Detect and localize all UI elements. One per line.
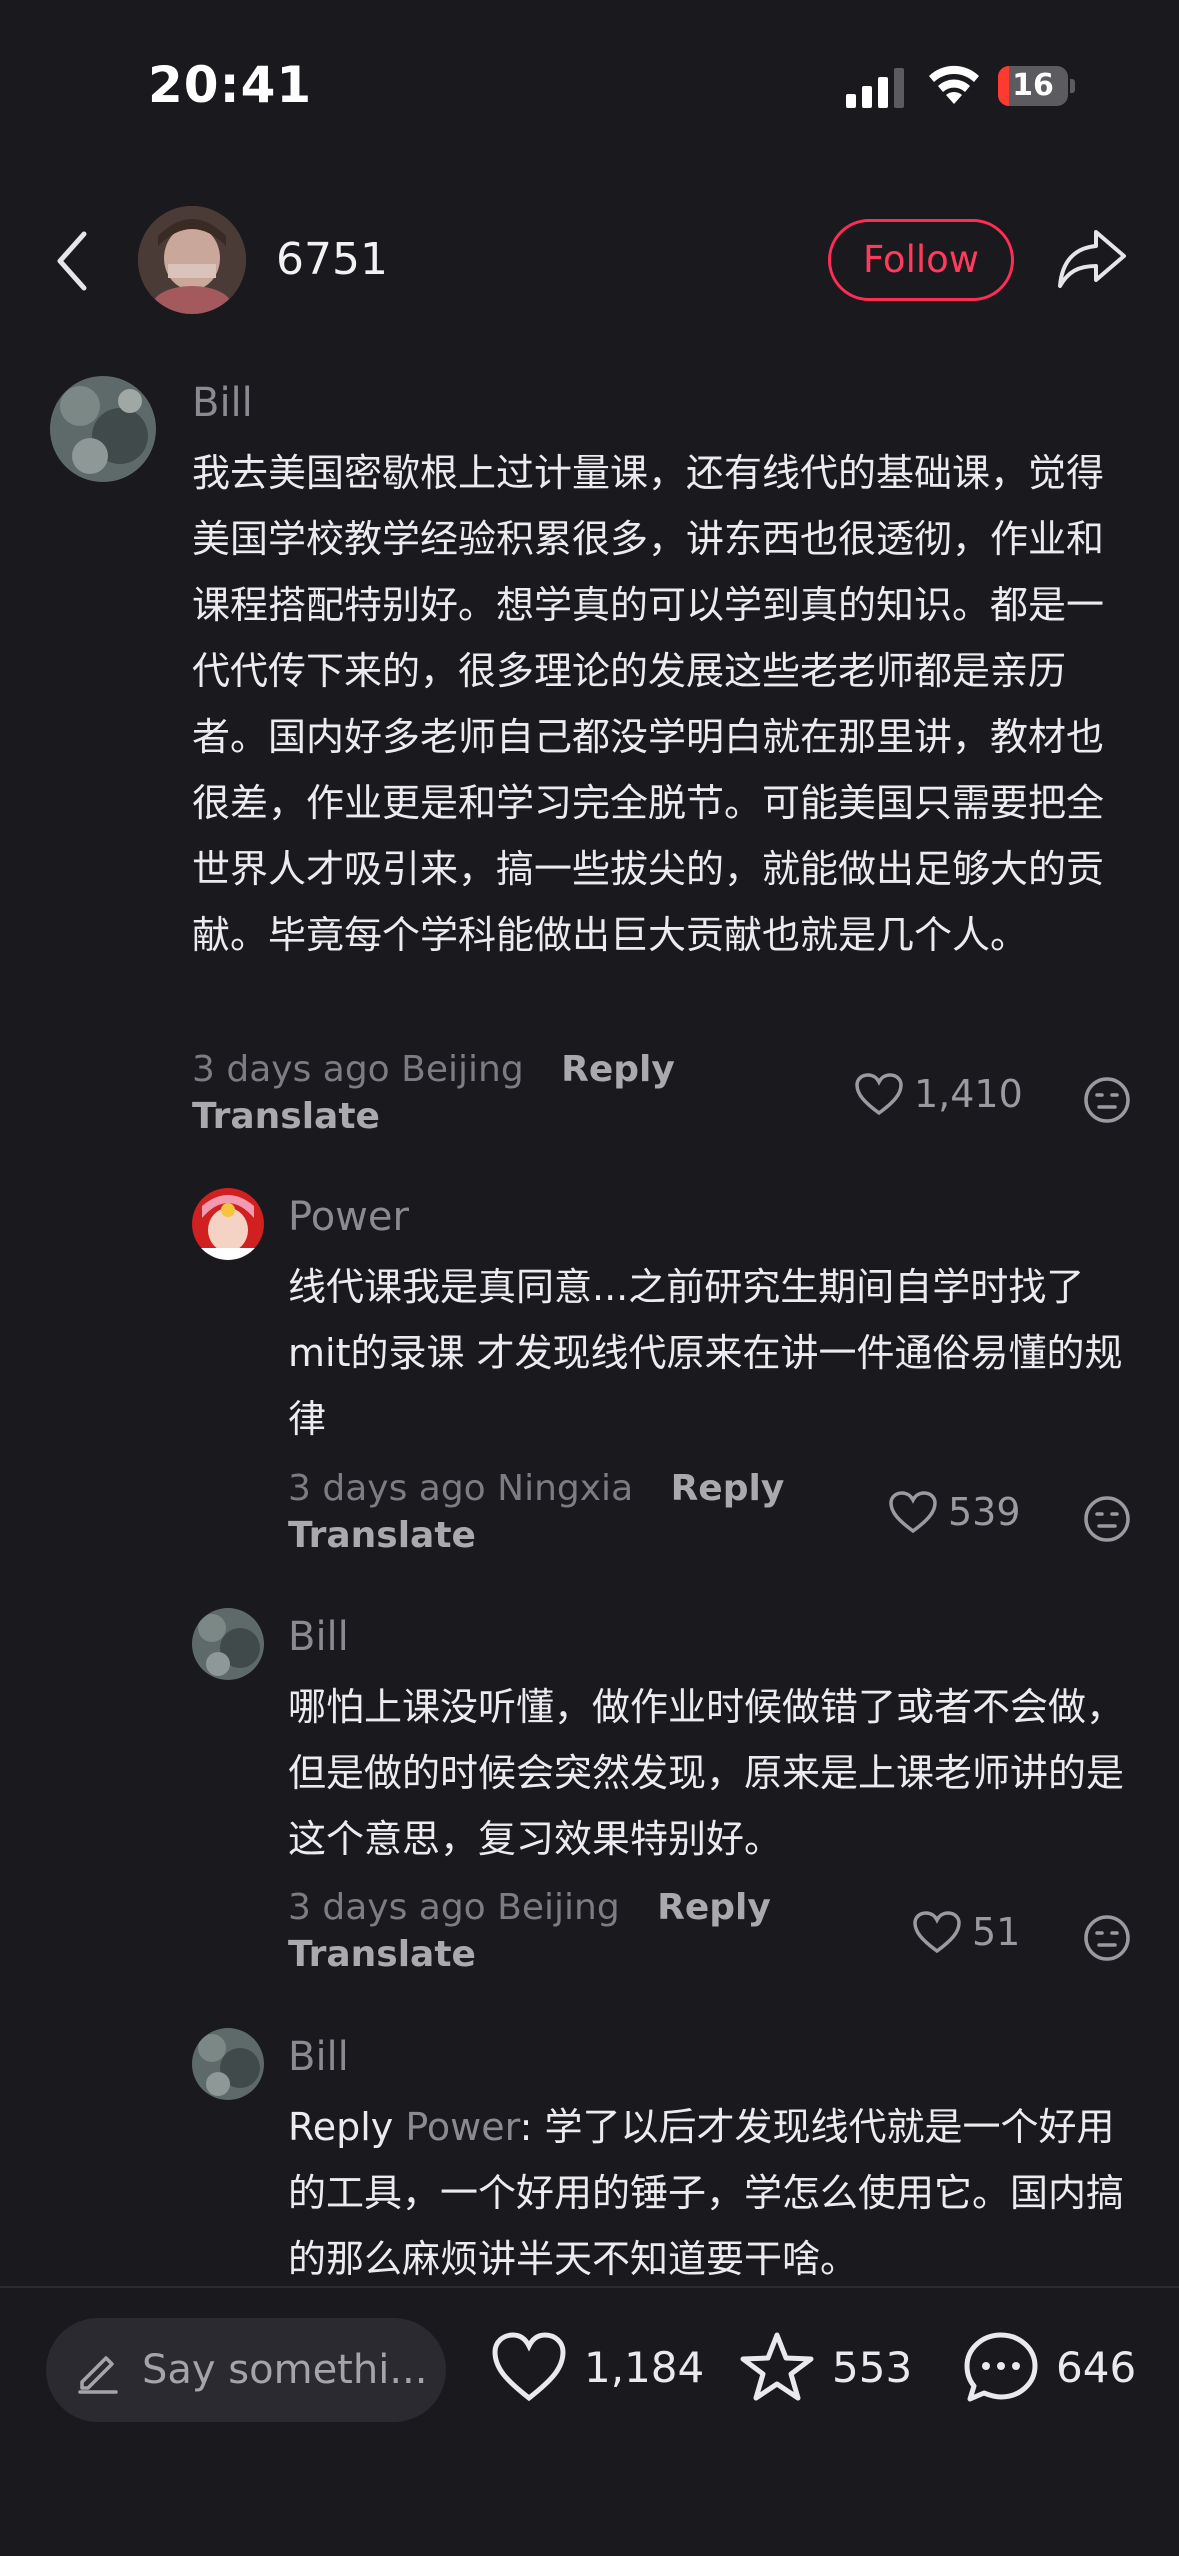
bottom-divider	[0, 2286, 1179, 2288]
wifi-icon	[929, 65, 979, 104]
commenter-avatar[interactable]	[192, 1608, 264, 1680]
back-chevron-icon[interactable]	[50, 228, 94, 294]
heart-icon	[855, 1073, 903, 1116]
comment-text: Reply Power: 学了以后才发现线代就是一个好用的工具，一个好用的锤子，…	[288, 2094, 1138, 2284]
comment-like-count: 539	[948, 1490, 1021, 1534]
commenter-avatar[interactable]	[50, 376, 156, 482]
reply-to-user[interactable]: Power	[405, 2105, 519, 2149]
comment-meta: 3 days ago Beijing Reply	[192, 1044, 675, 1096]
comment-like-count: 1,410	[914, 1072, 1023, 1116]
neutral-face-icon[interactable]	[1082, 1075, 1132, 1125]
author-avatar[interactable]	[138, 206, 246, 314]
follow-button[interactable]: Follow	[828, 219, 1014, 301]
cellular-signal-icon	[846, 68, 904, 108]
comment-bubble-icon	[964, 2332, 1038, 2402]
comment-time: 3 days ago	[288, 1468, 486, 1509]
comment-text: 我去美国密歇根上过计量课，还有线代的基础课，觉得美国学校教学经验积累很多，讲东西…	[192, 451, 1105, 957]
comment-meta: 3 days ago Ningxia Reply	[288, 1463, 784, 1515]
comment-like-button[interactable]: 539	[888, 1490, 1021, 1534]
translate-button[interactable]: Translate	[288, 1934, 476, 1975]
comment-like-button[interactable]: 51	[912, 1910, 1020, 1954]
comment-time: 3 days ago	[192, 1049, 390, 1090]
comment-like-button[interactable]: 1,410	[854, 1072, 1023, 1116]
post-like-count: 1,184	[584, 2342, 705, 2392]
comment-text: 线代课我是真同意...之前研究生期间自学时找了mit的录课 才发现线代原来在讲一…	[288, 1265, 1123, 1441]
comment-input[interactable]: Say somethi...	[46, 2318, 446, 2422]
heart-icon	[889, 1491, 937, 1534]
neutral-face-icon[interactable]	[1082, 1494, 1132, 1544]
pencil-icon	[78, 2356, 118, 2394]
share-icon[interactable]	[1056, 226, 1128, 292]
battery-level: 16	[1012, 68, 1054, 103]
commenter-avatar[interactable]	[192, 2028, 264, 2100]
comment-meta: 3 days ago Beijing Reply	[288, 1882, 771, 1934]
comment-time: 3 days ago	[288, 1887, 486, 1928]
commenter-name[interactable]: Bill	[288, 2034, 349, 2080]
comment-input-placeholder: Say somethi...	[142, 2347, 428, 2393]
star-icon	[740, 2332, 814, 2401]
reply-button[interactable]: Reply	[671, 1468, 785, 1509]
status-time: 20:41	[148, 56, 313, 114]
heart-icon	[492, 2332, 566, 2402]
post-star-count: 553	[832, 2342, 913, 2392]
translate-button[interactable]: Translate	[288, 1515, 476, 1556]
author-username[interactable]: 6751	[276, 234, 388, 285]
battery-indicator: 16	[998, 66, 1076, 106]
comments-button[interactable]: 646	[962, 2330, 1136, 2404]
commenter-name[interactable]: Bill	[192, 380, 253, 426]
comment-text: 哪怕上课没听懂，做作业时候做错了或者不会做，但是做的时候会突然发现，原来是上课老…	[288, 1685, 1125, 1861]
commenter-name[interactable]: Power	[288, 1194, 409, 1240]
comment-like-count: 51	[972, 1910, 1021, 1954]
comment-location: Beijing	[497, 1887, 620, 1928]
neutral-face-icon[interactable]	[1082, 1913, 1132, 1963]
commenter-avatar[interactable]	[192, 1188, 264, 1260]
comment-location: Ningxia	[497, 1468, 634, 1509]
commenter-name[interactable]: Bill	[288, 1614, 349, 1660]
collect-post-button[interactable]: 553	[738, 2330, 912, 2404]
reply-prefix: Reply	[288, 2105, 394, 2149]
translate-button[interactable]: Translate	[192, 1096, 380, 1137]
reply-button[interactable]: Reply	[561, 1049, 675, 1090]
heart-icon	[913, 1911, 961, 1954]
like-post-button[interactable]: 1,184	[490, 2330, 704, 2404]
reply-button[interactable]: Reply	[657, 1887, 771, 1928]
comment-location: Beijing	[401, 1049, 524, 1090]
post-comment-count: 646	[1056, 2342, 1137, 2392]
